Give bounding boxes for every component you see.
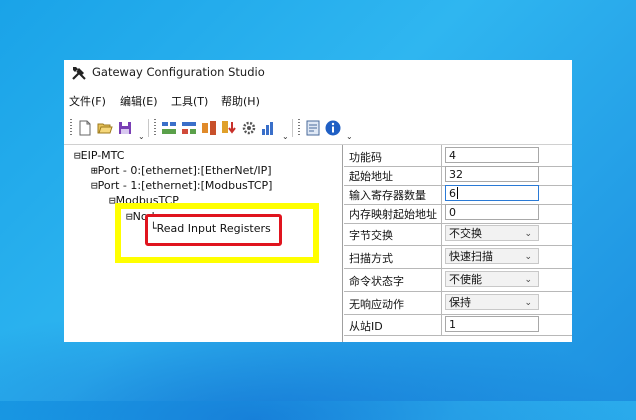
save-icon[interactable] <box>116 119 134 137</box>
new-file-icon[interactable] <box>76 119 94 137</box>
property-row: 从站ID 1 <box>344 314 572 336</box>
text-cursor <box>457 187 458 199</box>
menu-file[interactable]: 文件(F) <box>69 93 106 109</box>
monitor-chart-icon[interactable] <box>260 119 278 137</box>
register-count-field[interactable]: 6 <box>445 185 539 201</box>
property-row: 扫描方式 快速扫描 ⌄ <box>344 245 572 269</box>
menu-tools[interactable]: 工具(T) <box>171 93 208 109</box>
column-divider <box>441 222 442 245</box>
tree-node-read-input-registers[interactable]: └Read Input Registers <box>150 222 271 235</box>
title-bar: Gateway Configuration Studio <box>64 60 572 86</box>
command-status-value: 不使能 <box>449 273 482 286</box>
toolbar-overflow-2[interactable]: ⌄ <box>282 132 289 141</box>
info-icon[interactable] <box>324 119 342 137</box>
column-divider <box>441 202 442 223</box>
scan-mode-value: 快速扫描 <box>449 250 493 263</box>
add-port-icon[interactable] <box>160 119 178 137</box>
tree-node-label: Port - 1:[ethernet]:[ModbusTCP] <box>97 179 273 192</box>
tree-node-eip-mtc[interactable]: ⊟EIP-MTC <box>74 149 124 162</box>
property-row: 命令状态字 不使能 ⌄ <box>344 268 572 292</box>
tools-icon <box>72 67 86 80</box>
toolbar-overflow-1[interactable]: ⌄ <box>138 132 145 141</box>
toolbar: ⌄ ⌄ ⌄ <box>64 115 572 143</box>
chevron-down-icon: ⌄ <box>524 275 532 285</box>
menu-bar: 文件(F) 编辑(E) 工具(T) 帮助(H) <box>64 91 572 111</box>
tree-node-port-1[interactable]: ⊟Port - 1:[ethernet]:[ModbusTCP] <box>91 179 272 192</box>
toolbar-grip[interactable] <box>154 119 156 137</box>
device-info-icon[interactable] <box>304 119 322 137</box>
column-divider <box>441 291 442 314</box>
download-config-icon[interactable] <box>220 119 238 137</box>
toolbar-separator <box>292 119 293 137</box>
toolbar-grip[interactable] <box>70 119 72 137</box>
toolbar-overflow-3[interactable]: ⌄ <box>346 132 353 141</box>
start-address-field[interactable]: 32 <box>445 166 539 182</box>
tree-connector-icon: └ <box>150 222 157 235</box>
property-row: 无响应动作 保持 ⌄ <box>344 291 572 315</box>
property-row: 字节交换 不交换 ⌄ <box>344 222 572 246</box>
scan-mode-select[interactable]: 快速扫描 ⌄ <box>445 248 539 264</box>
property-grid: 功能码 4 起始地址 32 输入寄存器数量 6 内存映射起始地址 0 字节交换 <box>344 145 572 342</box>
property-label: 从站ID <box>349 320 383 333</box>
function-code-field[interactable]: 4 <box>445 147 539 163</box>
collapse-icon[interactable]: ⊟ <box>126 210 133 223</box>
tree-node-port-0[interactable]: ⊞Port - 0:[ethernet]:[EtherNet/IP] <box>91 164 272 177</box>
toolbar-separator <box>148 119 149 137</box>
no-response-action-value: 保持 <box>449 296 471 309</box>
window-title: Gateway Configuration Studio <box>92 65 265 79</box>
column-divider <box>441 145 442 166</box>
add-node-icon[interactable] <box>180 119 198 137</box>
chevron-down-icon: ⌄ <box>524 298 532 308</box>
property-label: 功能码 <box>349 151 382 164</box>
register-count-value: 6 <box>449 187 456 200</box>
property-label: 命令状态字 <box>349 275 404 288</box>
command-status-select[interactable]: 不使能 ⌄ <box>445 271 539 287</box>
column-divider <box>441 164 442 185</box>
add-command-icon[interactable] <box>200 119 218 137</box>
tree-node-label: EIP-MTC <box>80 149 125 162</box>
column-divider <box>441 268 442 291</box>
byte-swap-value: 不交换 <box>449 227 482 240</box>
no-response-action-select[interactable]: 保持 ⌄ <box>445 294 539 310</box>
slave-id-field[interactable]: 1 <box>445 316 539 332</box>
red-selection-box: └Read Input Registers <box>145 214 282 246</box>
property-row: 内存映射起始地址 0 <box>344 202 572 224</box>
menu-edit[interactable]: 编辑(E) <box>120 93 158 109</box>
tree-node-label: Read Input Registers <box>156 222 271 235</box>
property-label: 字节交换 <box>349 229 393 242</box>
property-label: 扫描方式 <box>349 252 393 265</box>
toolbar-grip[interactable] <box>298 119 300 137</box>
column-divider <box>441 183 442 204</box>
app-window: Gateway Configuration Studio 文件(F) 编辑(E)… <box>64 60 572 342</box>
column-divider <box>441 314 442 335</box>
byte-swap-select[interactable]: 不交换 ⌄ <box>445 225 539 241</box>
settings-gear-icon[interactable] <box>240 119 258 137</box>
property-label: 无响应动作 <box>349 298 404 311</box>
property-label: 输入寄存器数量 <box>349 189 426 202</box>
collapse-icon[interactable]: ⊟ <box>74 149 81 162</box>
property-label: 起始地址 <box>349 170 393 183</box>
chevron-down-icon: ⌄ <box>524 229 532 239</box>
menu-help[interactable]: 帮助(H) <box>221 93 260 109</box>
column-divider <box>441 245 442 268</box>
chevron-down-icon: ⌄ <box>524 252 532 262</box>
expand-icon[interactable]: ⊞ <box>91 164 98 177</box>
property-label: 内存映射起始地址 <box>349 208 437 221</box>
memory-map-start-field[interactable]: 0 <box>445 204 539 220</box>
tree-node-label: Port - 0:[ethernet]:[EtherNet/IP] <box>97 164 272 177</box>
open-folder-icon[interactable] <box>96 119 114 137</box>
collapse-icon[interactable]: ⊟ <box>91 179 98 192</box>
